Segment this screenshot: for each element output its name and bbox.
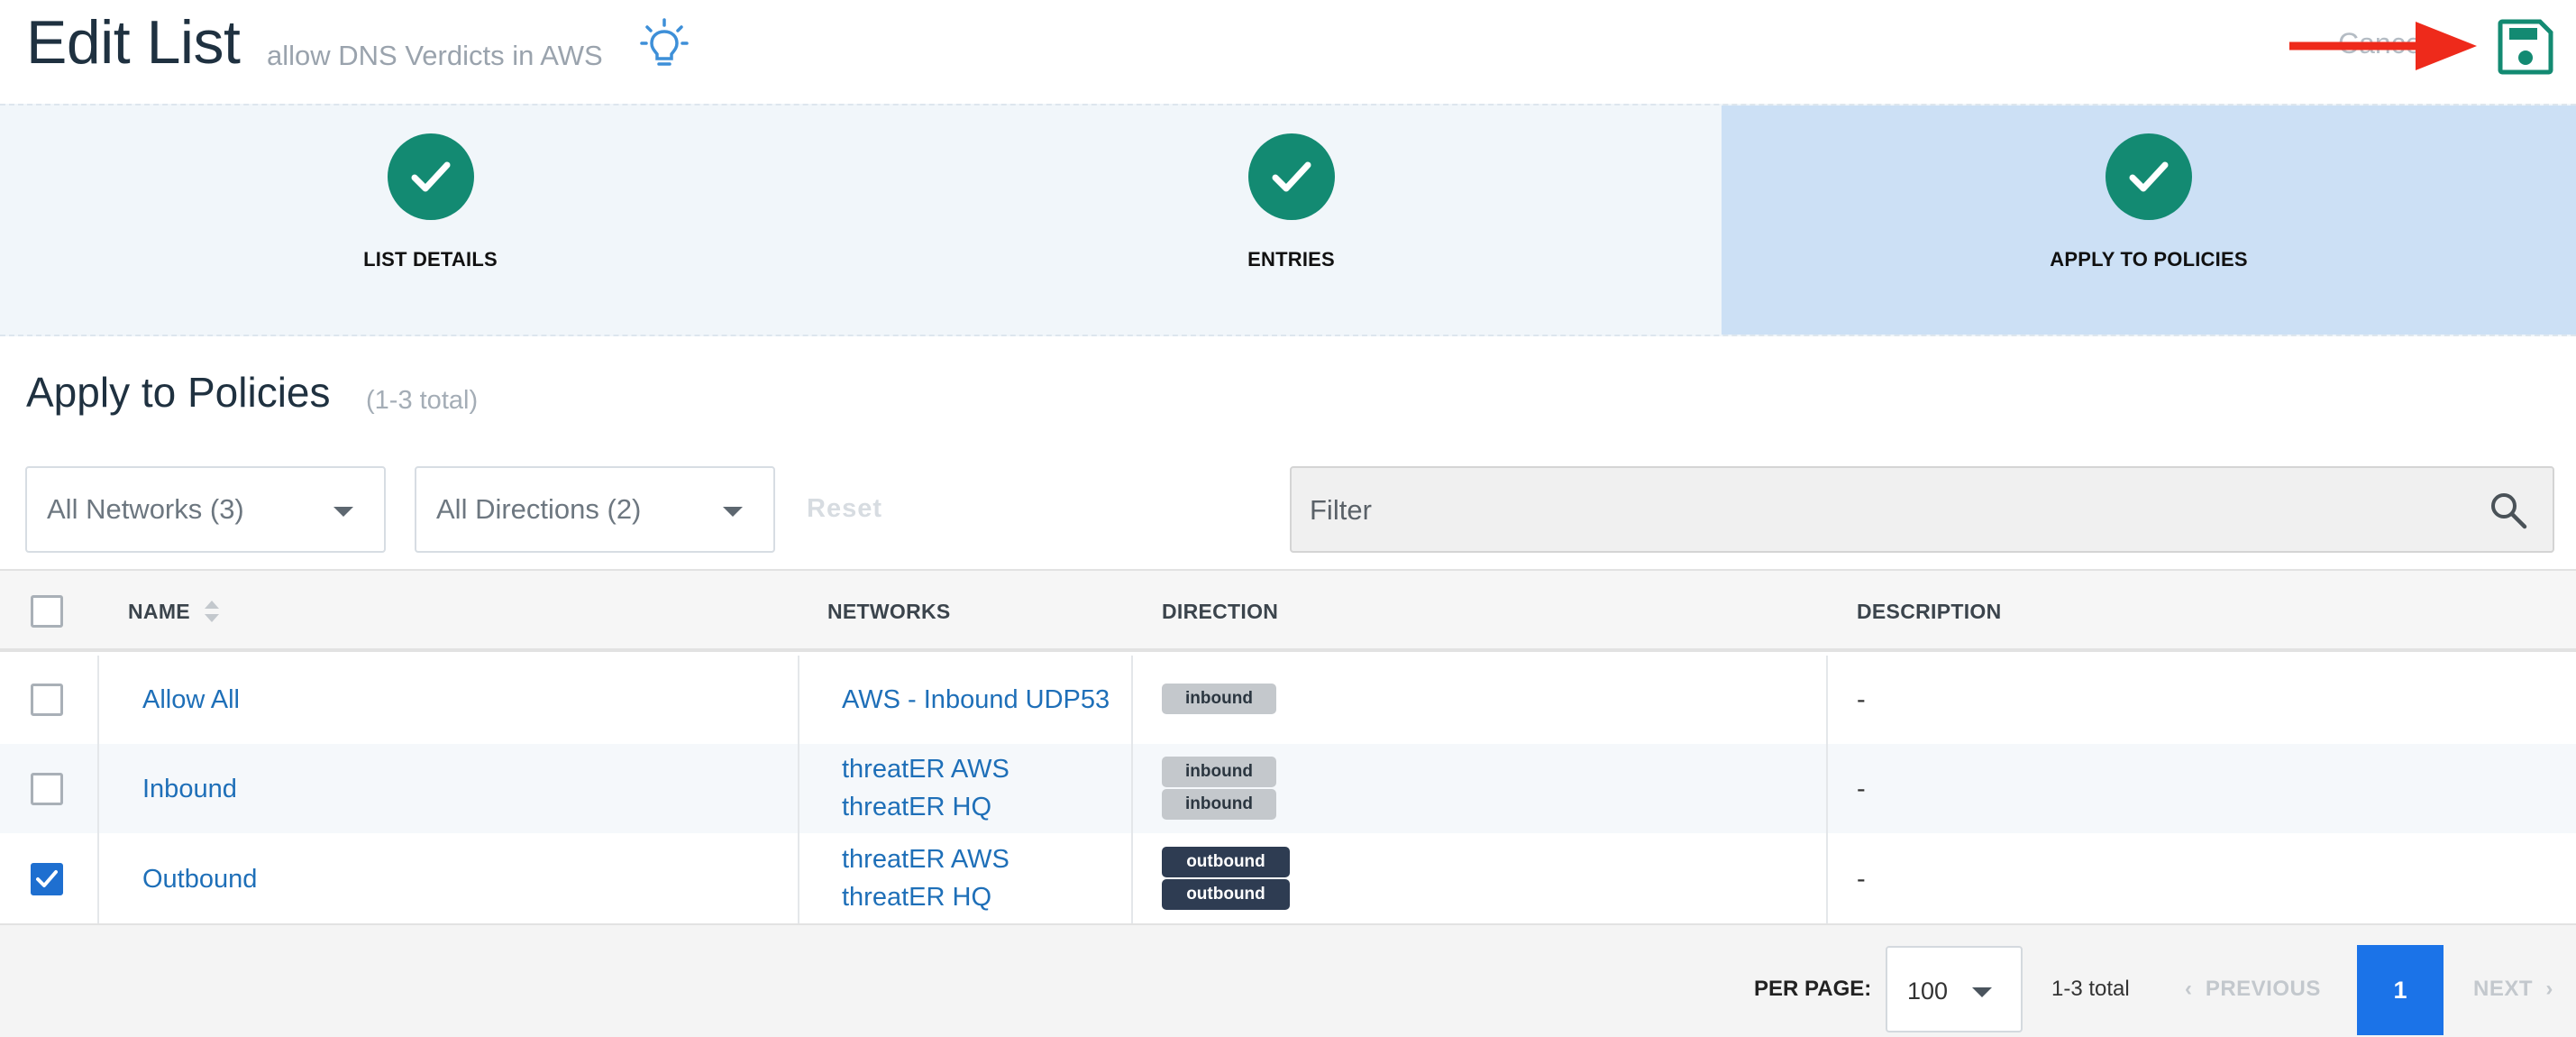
per-page-value: 100 <box>1907 977 1949 1005</box>
network-link[interactable]: AWS - Inbound UDP53 <box>842 685 1110 715</box>
column-divider <box>1131 833 1133 923</box>
select-all-checkbox[interactable] <box>31 595 63 628</box>
column-header-name[interactable]: NAME <box>128 600 190 624</box>
total-count: 1-3 total <box>2051 977 2130 1001</box>
step-list-details[interactable]: LIST DETAILS <box>0 106 861 335</box>
previous-label: PREVIOUS <box>2205 977 2321 1001</box>
network-link[interactable]: threatER AWS <box>842 845 1009 875</box>
direction-badge: inbound <box>1162 757 1276 787</box>
step-apply-to-policies[interactable]: APPLY TO POLICIES <box>1722 106 2576 335</box>
save-icon[interactable] <box>2497 18 2554 76</box>
column-divider <box>1826 656 1828 744</box>
search-icon[interactable] <box>2489 491 2527 529</box>
chevron-down-icon <box>723 507 743 517</box>
table-row[interactable]: Outbound threatER AWS threatER HQ outbou… <box>0 833 2576 923</box>
page-number-button[interactable]: 1 <box>2357 945 2444 1035</box>
step-label: ENTRIES <box>1247 248 1335 271</box>
column-divider <box>798 744 799 833</box>
per-page-label: PER PAGE: <box>1754 977 1872 1001</box>
sort-icon[interactable] <box>203 598 221 625</box>
checkmark-icon <box>36 870 58 887</box>
network-link[interactable]: threatER HQ <box>842 793 991 822</box>
direction-badge: inbound <box>1162 789 1276 820</box>
policy-name-link[interactable]: Inbound <box>142 775 237 804</box>
chevron-left-icon: ‹ <box>2185 977 2206 1001</box>
directions-filter-value: All Directions (2) <box>436 493 642 525</box>
reset-button[interactable]: Reset <box>807 494 882 524</box>
direction-badge: outbound <box>1162 847 1290 877</box>
table-row[interactable]: Allow All AWS - Inbound UDP53 inbound - <box>0 656 2576 744</box>
column-divider <box>1826 744 1828 833</box>
page-title: Edit List <box>26 8 241 77</box>
column-divider <box>97 744 99 833</box>
row-checkbox[interactable] <box>31 773 63 805</box>
policy-name-link[interactable]: Allow All <box>142 685 240 715</box>
section-count: (1-3 total) <box>366 386 479 415</box>
row-checkbox[interactable] <box>31 684 63 716</box>
direction-badge: outbound <box>1162 879 1290 910</box>
step-label: LIST DETAILS <box>363 248 498 271</box>
annotation-arrow-icon <box>2289 22 2477 70</box>
step-label: APPLY TO POLICIES <box>2050 248 2248 271</box>
column-divider <box>798 656 799 744</box>
column-divider <box>1131 744 1133 833</box>
step-complete-check-icon <box>387 133 474 220</box>
table-row[interactable]: Inbound threatER AWS threatER HQ inbound… <box>0 744 2576 833</box>
network-link[interactable]: threatER AWS <box>842 755 1009 785</box>
chevron-down-icon <box>333 507 353 517</box>
column-divider <box>798 833 799 923</box>
next-page-button[interactable]: NEXT › <box>2473 977 2553 1002</box>
networks-filter-select[interactable]: All Networks (3) <box>25 466 386 553</box>
column-divider <box>97 833 99 923</box>
page-header: Edit List allow DNS Verdicts in AWS Canc… <box>0 0 2576 104</box>
column-divider <box>97 656 99 744</box>
description-cell: - <box>1857 865 1866 894</box>
lightbulb-icon[interactable] <box>640 18 689 72</box>
row-checkbox[interactable] <box>31 863 63 895</box>
column-divider <box>1131 656 1133 744</box>
pagination-bar: PER PAGE: 100 1-3 total ‹ PREVIOUS 1 NEX… <box>0 923 2576 1037</box>
step-complete-check-icon <box>2106 133 2192 220</box>
direction-badge: inbound <box>1162 684 1276 714</box>
wizard-stepper: LIST DETAILS ENTRIES APPLY TO POLICIES <box>0 104 2576 336</box>
filter-search-box <box>1290 466 2554 553</box>
step-entries[interactable]: ENTRIES <box>861 106 1722 335</box>
directions-filter-select[interactable]: All Directions (2) <box>415 466 775 553</box>
description-cell: - <box>1857 775 1866 803</box>
next-label: NEXT <box>2473 977 2534 1001</box>
networks-filter-value: All Networks (3) <box>47 493 244 525</box>
table-header: NAME NETWORKS DIRECTION DESCRIPTION <box>0 569 2576 652</box>
chevron-right-icon: › <box>2533 977 2553 1001</box>
policy-name-link[interactable]: Outbound <box>142 865 257 895</box>
previous-page-button[interactable]: ‹ PREVIOUS <box>2185 977 2321 1002</box>
column-header-description: DESCRIPTION <box>1857 600 2002 623</box>
section-title: Apply to Policies <box>26 369 331 416</box>
step-complete-check-icon <box>1247 133 1335 220</box>
column-header-networks: NETWORKS <box>827 600 951 623</box>
description-cell: - <box>1857 685 1866 714</box>
chevron-down-icon <box>1972 987 1992 997</box>
per-page-select[interactable]: 100 <box>1886 946 2023 1032</box>
filter-input[interactable] <box>1310 488 2463 533</box>
network-link[interactable]: threatER HQ <box>842 883 991 913</box>
page-subtitle: allow DNS Verdicts in AWS <box>267 40 603 71</box>
column-divider <box>1826 833 1828 923</box>
column-header-direction: DIRECTION <box>1162 600 1279 623</box>
